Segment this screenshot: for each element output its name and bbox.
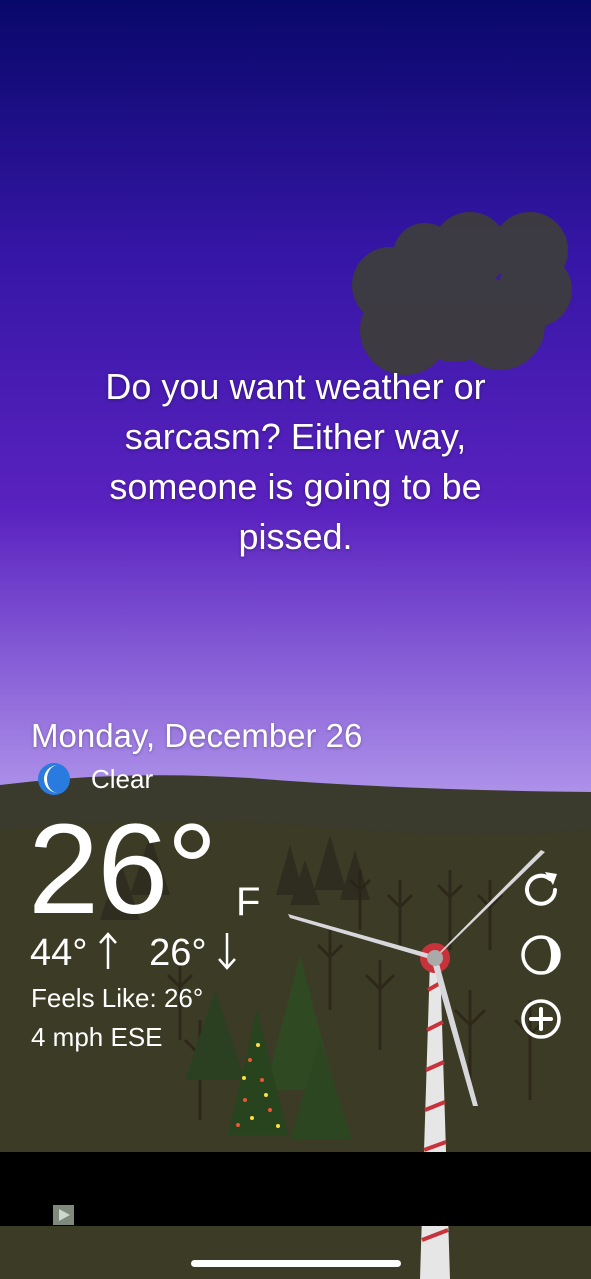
add-circle-icon xyxy=(521,999,561,1039)
moon-phase-icon xyxy=(521,935,561,975)
temperature-unit: F xyxy=(236,880,261,924)
condition-row: Clear xyxy=(36,760,153,798)
refresh-button[interactable] xyxy=(519,868,563,912)
high-temperature: 44° xyxy=(30,932,88,974)
refresh-icon xyxy=(525,872,557,906)
high-low-row: 44° 26° xyxy=(30,930,237,976)
background-scene xyxy=(0,0,591,1279)
message-line: Do you want weather or xyxy=(105,366,486,407)
message-line: pissed. xyxy=(238,516,353,557)
current-temperature: 26° xyxy=(28,798,218,941)
moon-phase-button[interactable] xyxy=(519,933,563,977)
ad-choices-icon[interactable] xyxy=(53,1205,74,1225)
arrow-up-icon xyxy=(99,932,117,969)
message-line: sarcasm? Either way, xyxy=(124,416,467,457)
date-label: Monday, December 26 xyxy=(31,717,363,754)
add-location-button[interactable] xyxy=(519,997,563,1041)
arrow-down-icon xyxy=(218,933,237,970)
low-temperature: 26° xyxy=(149,932,207,974)
condition-text: Clear xyxy=(91,764,154,794)
sarcasm-message: Do you want weather or sarcasm? Either w… xyxy=(40,362,551,562)
home-indicator[interactable] xyxy=(191,1260,401,1267)
message-line: someone is going to be xyxy=(109,466,482,507)
feels-like: Feels Like: 26° xyxy=(31,983,204,1013)
crescent-moon-icon xyxy=(38,763,70,795)
ad-banner[interactable] xyxy=(0,1152,591,1226)
wind-speed: 4 mph ESE xyxy=(31,1022,163,1052)
